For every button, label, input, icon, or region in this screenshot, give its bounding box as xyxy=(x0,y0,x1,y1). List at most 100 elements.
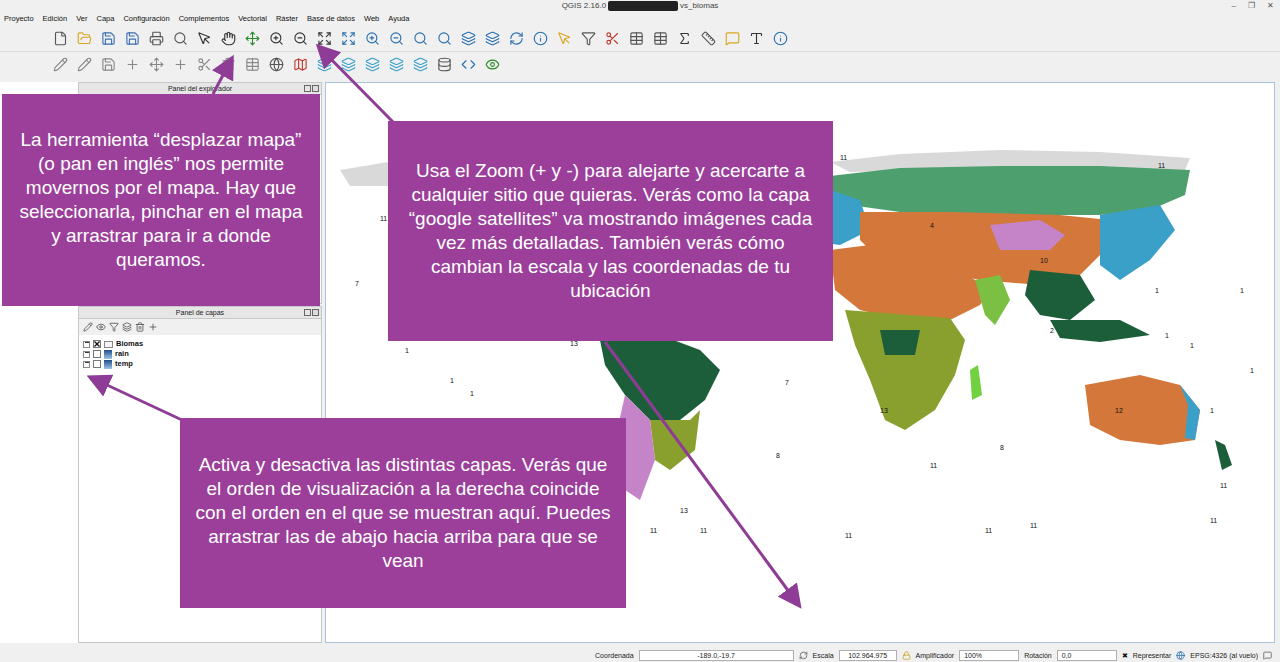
toolbar-button[interactable] xyxy=(74,54,94,74)
toolbar-button[interactable] xyxy=(74,29,94,49)
toggle-icon[interactable] xyxy=(799,651,808,660)
toolbar-button[interactable] xyxy=(242,54,262,74)
menu-item[interactable]: Web xyxy=(364,14,379,24)
menu-item[interactable]: Ráster xyxy=(276,14,298,24)
messages-icon[interactable] xyxy=(1263,651,1272,660)
toolbar-button[interactable] xyxy=(458,54,478,74)
menu-item[interactable]: Base de datos xyxy=(307,14,355,24)
layers-tool-icon[interactable] xyxy=(96,322,106,332)
tool-icon xyxy=(101,57,116,72)
window-control[interactable]: ✕ xyxy=(1267,0,1274,11)
toolbar-button[interactable] xyxy=(50,29,70,49)
layers-tool-icon[interactable] xyxy=(122,322,132,332)
toolbar-button[interactable] xyxy=(482,54,502,74)
toolbar-button[interactable] xyxy=(674,29,694,49)
render-checkbox[interactable]: ✖ xyxy=(1122,651,1128,660)
float-icon[interactable] xyxy=(304,85,311,92)
menu-item[interactable]: Ayuda xyxy=(388,14,409,24)
toolbar-button[interactable] xyxy=(410,54,430,74)
toolbar-button[interactable] xyxy=(554,29,574,49)
toolbar-button[interactable] xyxy=(698,29,718,49)
close-icon[interactable] xyxy=(312,85,319,92)
menu-item[interactable]: Vectorial xyxy=(238,14,267,24)
layers-tool-icon[interactable] xyxy=(135,322,145,332)
toolbar-button[interactable] xyxy=(722,29,742,49)
toolbar-button[interactable] xyxy=(410,29,430,49)
close-icon[interactable] xyxy=(312,309,319,316)
layer-row[interactable]: temp xyxy=(83,359,317,369)
toolbar-button[interactable] xyxy=(626,29,646,49)
toolbar-button[interactable] xyxy=(650,29,670,49)
layer-row[interactable]: rain xyxy=(83,349,317,359)
toolbar-button[interactable] xyxy=(170,54,190,74)
toolbar-button[interactable] xyxy=(314,29,334,49)
dock-controls[interactable] xyxy=(304,309,319,316)
window-control[interactable]: ❐ xyxy=(1248,0,1255,11)
toolbar-button[interactable] xyxy=(122,54,142,74)
toolbar-button[interactable] xyxy=(290,29,310,49)
toolbar-button[interactable] xyxy=(266,54,286,74)
toolbar-button[interactable] xyxy=(194,29,214,49)
tool-icon xyxy=(509,31,524,46)
expand-icon[interactable] xyxy=(83,361,90,368)
layers-tool-icon[interactable] xyxy=(83,322,93,332)
toolbar-button[interactable] xyxy=(314,54,334,74)
status-field[interactable]: 0,0 xyxy=(1057,650,1117,661)
toolbar-button[interactable] xyxy=(770,29,790,49)
layers-tool-icon[interactable] xyxy=(109,322,119,332)
crs-icon[interactable] xyxy=(1176,651,1185,660)
menu-item[interactable]: Ver xyxy=(76,14,87,24)
toolbar-button[interactable] xyxy=(98,29,118,49)
status-field[interactable]: 100% xyxy=(959,650,1019,661)
scale-value: 102.964.975 xyxy=(848,651,887,660)
layer-checkbox[interactable] xyxy=(93,360,101,368)
toolbar-button[interactable] xyxy=(338,29,358,49)
toolbar-button[interactable] xyxy=(434,29,454,49)
biome-region xyxy=(600,335,720,420)
toolbar-button[interactable] xyxy=(98,54,118,74)
toolbar-button[interactable] xyxy=(482,29,502,49)
layers-tool-icon[interactable] xyxy=(148,322,158,332)
status-field[interactable]: -189.0,-19.7 xyxy=(639,650,794,661)
toolbar-button[interactable] xyxy=(218,54,238,74)
toolbar-button[interactable] xyxy=(242,29,262,49)
float-icon[interactable] xyxy=(304,309,311,316)
toolbar-button[interactable] xyxy=(506,29,526,49)
toolbar-button[interactable] xyxy=(602,29,622,49)
toolbar-button[interactable] xyxy=(746,29,766,49)
toolbar-button[interactable] xyxy=(146,29,166,49)
window-control[interactable]: – xyxy=(1232,0,1236,11)
crs-value[interactable]: EPSG:4326 (al vuelo) xyxy=(1190,651,1258,660)
toolbar-button[interactable] xyxy=(530,29,550,49)
menu-item[interactable]: Complementos xyxy=(179,14,229,24)
toolbar-button[interactable] xyxy=(50,54,70,74)
expand-icon[interactable] xyxy=(83,341,90,348)
dock-controls[interactable] xyxy=(304,85,319,92)
toolbar-button[interactable] xyxy=(122,29,142,49)
layer-checkbox[interactable] xyxy=(93,350,101,358)
layer-row[interactable]: Biomas xyxy=(83,339,317,349)
status-field[interactable]: 102.964.975 xyxy=(839,650,897,661)
toolbar-button[interactable] xyxy=(194,54,214,74)
toolbar-button[interactable] xyxy=(578,29,598,49)
toolbar-button[interactable] xyxy=(290,54,310,74)
lock-icon[interactable] xyxy=(902,651,911,660)
expand-icon[interactable] xyxy=(83,351,90,358)
toolbar-button[interactable] xyxy=(458,29,478,49)
toolbar-button[interactable] xyxy=(218,29,238,49)
toolbar-button[interactable] xyxy=(338,54,358,74)
toolbar-button[interactable] xyxy=(386,29,406,49)
toolbar-button[interactable] xyxy=(266,29,286,49)
toolbar-button[interactable] xyxy=(170,29,190,49)
tool-icon xyxy=(485,31,500,46)
toolbar-button[interactable] xyxy=(386,54,406,74)
toolbar-button[interactable] xyxy=(362,54,382,74)
menu-item[interactable]: Edición xyxy=(43,14,68,24)
layer-checkbox[interactable] xyxy=(93,340,101,348)
toolbar-button[interactable] xyxy=(362,29,382,49)
menu-item[interactable]: Proyecto xyxy=(4,14,34,24)
menu-item[interactable]: Configuración xyxy=(123,14,169,24)
toolbar-button[interactable] xyxy=(146,54,166,74)
menu-item[interactable]: Capa xyxy=(96,14,114,24)
toolbar-button[interactable] xyxy=(434,54,454,74)
